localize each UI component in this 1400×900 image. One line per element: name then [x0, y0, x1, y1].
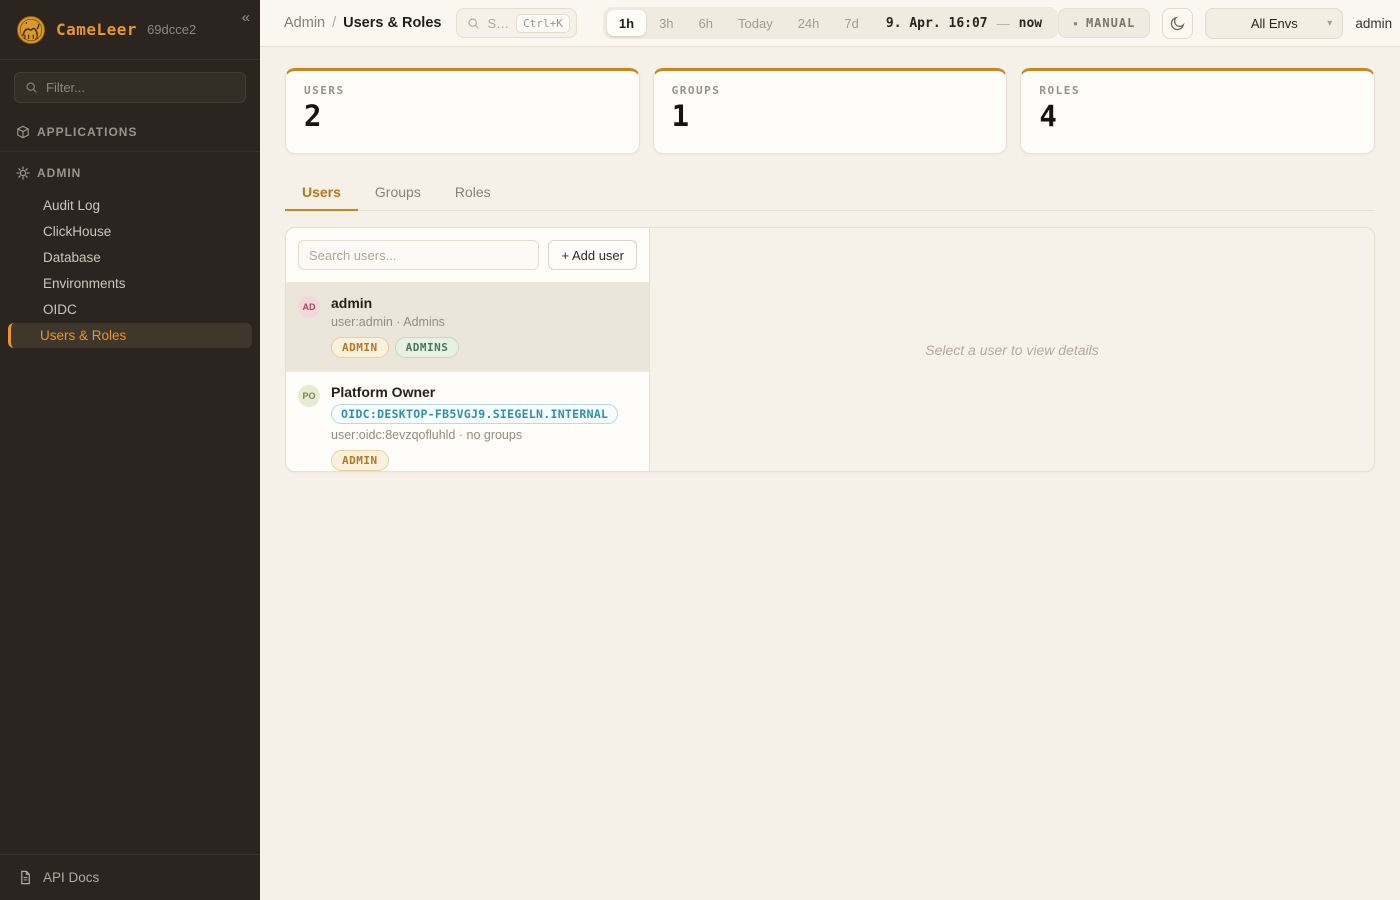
user-name: admin — [331, 295, 459, 311]
admin-nav: Audit Log ClickHouse Database Environmen… — [0, 190, 260, 357]
time-preset-24h[interactable]: 24h — [786, 10, 832, 36]
section-admin-label: ADMIN — [37, 166, 81, 180]
account-name: admin — [1355, 16, 1392, 31]
sidebar-divider — [0, 151, 260, 152]
breadcrumb-current: Users & Roles — [343, 15, 441, 31]
sidebar-item-environments[interactable]: Environments — [8, 271, 252, 296]
time-range-absolute[interactable]: 9. Apr. 16:07 — now — [886, 16, 1042, 31]
sidebar-item-users-roles[interactable]: Users & Roles — [8, 323, 252, 348]
global-search-text: S… — [487, 16, 509, 31]
role-badge-admin: ADMIN — [331, 450, 389, 471]
camel-logo-icon — [16, 15, 46, 45]
breadcrumb-admin[interactable]: Admin — [284, 15, 325, 31]
time-preset-1h[interactable]: 1h — [607, 10, 646, 36]
user-row-platform-owner[interactable]: PO Platform Owner OIDC:DESKTOP-FB5VGJ9.S… — [286, 372, 649, 472]
sidebar-item-oidc[interactable]: OIDC — [8, 297, 252, 322]
chevron-down-icon: ▾ — [1327, 18, 1332, 29]
sidebar-item-database[interactable]: Database — [8, 245, 252, 270]
avatar: PO — [298, 385, 320, 407]
search-icon — [467, 17, 480, 30]
tab-roles[interactable]: Roles — [438, 176, 508, 211]
user-meta: user:oidc:8evzqofluhld · no groups — [331, 428, 618, 442]
sidebar-item-clickhouse[interactable]: ClickHouse — [8, 219, 252, 244]
role-badge-admin: ADMIN — [331, 337, 389, 358]
section-applications: APPLICATIONS — [0, 113, 260, 149]
avatar: AD — [298, 296, 320, 318]
section-applications-label: APPLICATIONS — [37, 125, 137, 139]
stat-card-groups: GROUPS 1 — [653, 68, 1008, 154]
oidc-provider-badge: OIDC:DESKTOP-FB5VGJ9.SIEGELN.INTERNAL — [331, 404, 618, 424]
stat-groups-value: 1 — [672, 102, 989, 131]
stat-users-value: 2 — [304, 102, 621, 131]
time-from: 9. Apr. 16:07 — [886, 16, 988, 31]
sidebar-filter — [14, 72, 246, 103]
user-meta: user:admin · Admins — [331, 315, 459, 329]
section-admin: ADMIN — [0, 154, 260, 190]
user-list: + Add user AD admin user:admin · Admins … — [286, 228, 649, 471]
stat-roles-value: 4 — [1039, 102, 1356, 131]
package-icon — [16, 125, 30, 139]
app-title: CameLeer — [56, 20, 137, 39]
user-detail-panel: Select a user to view details — [649, 228, 1374, 471]
search-icon — [25, 81, 38, 94]
sidebar: « CameLeer 69dcce2 APPLICA — [0, 0, 260, 900]
users-panel: + Add user AD admin user:admin · Admins … — [285, 227, 1375, 472]
stat-card-roles: ROLES 4 — [1020, 68, 1375, 154]
stat-groups-label: GROUPS — [672, 84, 989, 97]
group-badge-admins: ADMINS — [395, 337, 460, 358]
api-docs-label: API Docs — [43, 870, 99, 885]
time-dash: — — [997, 16, 1010, 31]
app-version: 69dcce2 — [147, 22, 196, 37]
api-docs-link[interactable]: API Docs — [0, 854, 260, 900]
dark-mode-toggle[interactable] — [1162, 8, 1193, 39]
moon-icon — [1170, 15, 1186, 31]
refresh-mode-badge[interactable]: ● MANUAL — [1058, 8, 1150, 38]
add-user-button[interactable]: + Add user — [548, 240, 637, 270]
document-icon — [18, 870, 33, 885]
sidebar-item-audit-log[interactable]: Audit Log — [8, 193, 252, 218]
environment-select[interactable]: All Envs ▾ — [1205, 8, 1343, 39]
time-preset-6h[interactable]: 6h — [687, 10, 725, 36]
user-list-toolbar: + Add user — [286, 228, 649, 283]
gear-icon — [16, 166, 30, 180]
tab-users[interactable]: Users — [285, 176, 358, 211]
stats-row: USERS 2 GROUPS 1 ROLES 4 — [285, 68, 1375, 154]
sidebar-collapse-icon[interactable]: « — [242, 10, 250, 25]
search-shortcut-badge: Ctrl+K — [516, 14, 570, 33]
stat-card-users: USERS 2 — [285, 68, 640, 154]
sidebar-filter-input[interactable] — [46, 80, 235, 95]
tabs: Users Groups Roles — [285, 176, 1375, 211]
time-range-picker: 1h 3h 6h Today 24h 7d 9. Apr. 16:07 — no… — [603, 7, 1058, 39]
status-dot-icon: ● — [1073, 19, 1078, 28]
search-users-input[interactable] — [298, 240, 539, 270]
app-logo[interactable]: CameLeer 69dcce2 — [0, 0, 260, 60]
user-row-admin[interactable]: AD admin user:admin · Admins ADMIN ADMIN… — [286, 283, 649, 372]
tab-groups[interactable]: Groups — [358, 176, 438, 211]
stat-roles-label: ROLES — [1039, 84, 1356, 97]
breadcrumb-separator: / — [332, 15, 336, 31]
top-bar: Admin / Users & Roles S… Ctrl+K 1h 3h 6h… — [260, 0, 1400, 47]
refresh-mode-label: MANUAL — [1086, 16, 1135, 30]
breadcrumb: Admin / Users & Roles — [284, 15, 441, 31]
detail-placeholder: Select a user to view details — [925, 342, 1099, 358]
stat-users-label: USERS — [304, 84, 621, 97]
time-preset-3h[interactable]: 3h — [647, 10, 685, 36]
time-to: now — [1019, 16, 1042, 31]
account-menu[interactable]: admin AD — [1355, 10, 1400, 37]
main-content: USERS 2 GROUPS 1 ROLES 4 Users Groups Ro… — [260, 47, 1400, 900]
time-preset-7d[interactable]: 7d — [832, 10, 870, 36]
global-search[interactable]: S… Ctrl+K — [456, 8, 576, 38]
environment-value: All Envs — [1251, 16, 1298, 31]
user-name: Platform Owner — [331, 384, 618, 400]
time-preset-today[interactable]: Today — [726, 10, 785, 36]
